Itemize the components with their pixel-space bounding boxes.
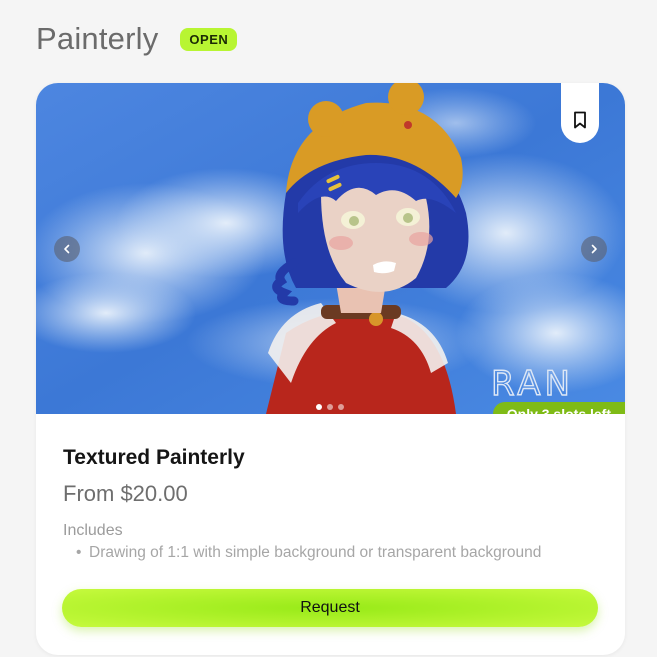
artwork-carousel[interactable]: RAN Only 3 slots left [36, 83, 625, 414]
carousel-prev-button[interactable] [54, 236, 80, 262]
status-badge: OPEN [180, 27, 238, 51]
bookmark-icon [574, 111, 586, 129]
commission-card[interactable]: RAN Only 3 slots left Textured Painterly… [36, 83, 625, 655]
request-button[interactable]: Request [62, 589, 598, 627]
page-title: Painterly [36, 21, 159, 56]
includes-label: Includes [63, 522, 123, 539]
artwork-image: RAN [36, 83, 625, 414]
includes-list: Drawing of 1:1 with simple background or… [76, 544, 541, 562]
carousel-dots [316, 404, 344, 410]
product-name: Textured Painterly [63, 446, 245, 469]
slots-badge: Only 3 slots left [492, 402, 625, 414]
carousel-dot[interactable] [316, 404, 322, 410]
content-fade [76, 569, 556, 583]
header: Painterly OPEN [36, 20, 238, 58]
chevron-right-icon [591, 244, 597, 254]
list-item: Drawing of 1:1 with simple background or… [76, 544, 541, 562]
product-price: From $20.00 [63, 481, 188, 506]
carousel-next-button[interactable] [581, 236, 607, 262]
carousel-dot[interactable] [338, 404, 344, 410]
bookmark-button[interactable] [561, 83, 599, 143]
artwork-signature: RAN [491, 364, 574, 404]
carousel-dot[interactable] [327, 404, 333, 410]
chevron-left-icon [64, 244, 70, 254]
